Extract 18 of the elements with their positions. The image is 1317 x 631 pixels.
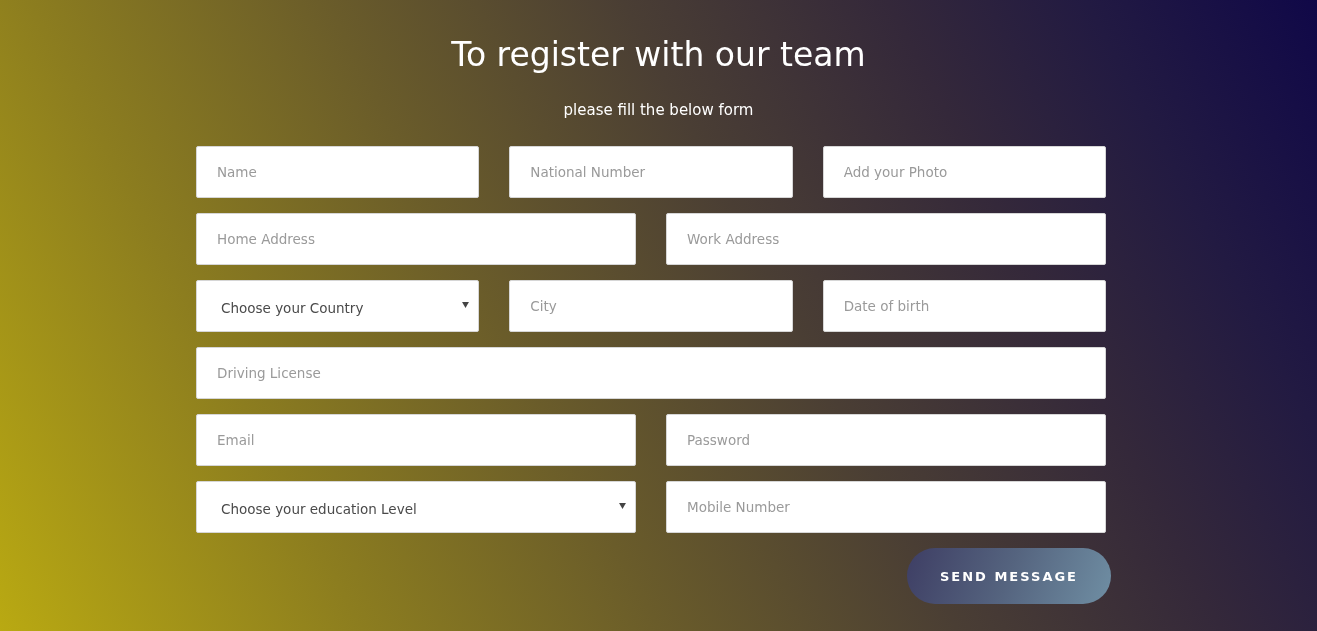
caret-icon	[462, 302, 470, 308]
input-field[interactable]: National Number	[509, 146, 793, 198]
input-field[interactable]: Mobile Number	[666, 481, 1106, 533]
input-field[interactable]: Home Address	[196, 213, 636, 265]
page-subtitle: please fill the below form	[563, 100, 754, 121]
input-field[interactable]: Date of birth	[822, 280, 1106, 332]
input-field[interactable]: Add your Photo	[822, 146, 1106, 198]
send-message-button[interactable]: SEND MESSAGE	[907, 548, 1111, 604]
input-field[interactable]: Driving License	[196, 347, 1106, 399]
select-dropdown[interactable]: Choose your education Level	[196, 481, 636, 533]
page-title: To register with our team	[451, 34, 866, 76]
caret-icon	[619, 503, 626, 509]
input-field[interactable]: Work Address	[666, 213, 1106, 265]
select-dropdown[interactable]: Choose your Country	[196, 280, 480, 332]
input-field[interactable]: City	[509, 280, 793, 332]
input-field[interactable]: Password	[666, 414, 1106, 466]
input-field[interactable]: Email	[196, 414, 636, 466]
input-field[interactable]: Name	[196, 146, 480, 198]
